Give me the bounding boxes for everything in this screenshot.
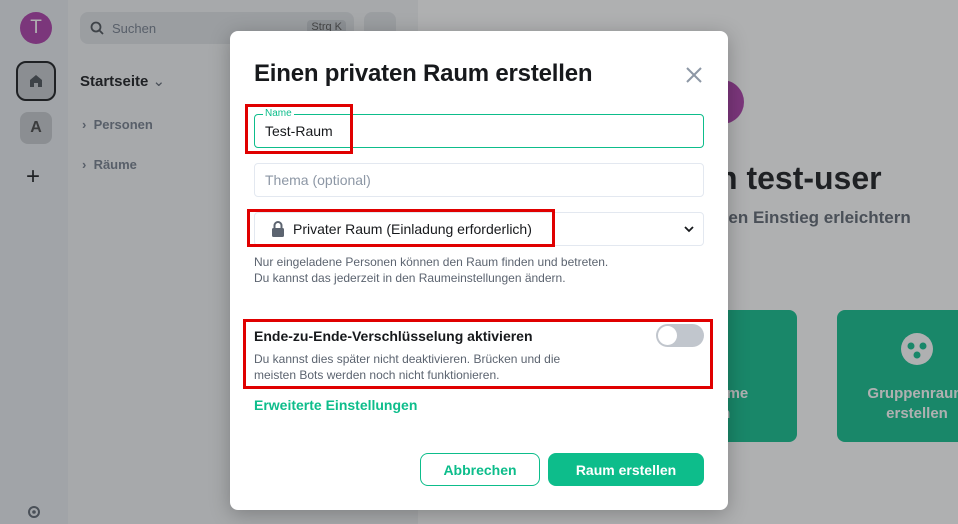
create-room-button[interactable]: Raum erstellen bbox=[548, 453, 704, 486]
dialog-title: Einen privaten Raum erstellen bbox=[254, 60, 593, 87]
highlight-join-rule bbox=[247, 209, 555, 247]
chevron-down-icon bbox=[683, 222, 695, 238]
highlight-name-field bbox=[245, 104, 353, 154]
topic-field[interactable]: Thema (optional) bbox=[254, 163, 704, 197]
join-rule-help: Nur eingeladene Personen können den Raum… bbox=[254, 255, 609, 285]
close-icon[interactable] bbox=[684, 65, 704, 85]
advanced-settings-link[interactable]: Erweiterte Einstellungen bbox=[254, 397, 417, 413]
highlight-e2e-section bbox=[243, 319, 713, 389]
topic-placeholder: Thema (optional) bbox=[265, 172, 371, 188]
create-room-dialog: Einen privaten Raum erstellen Name Test-… bbox=[230, 31, 728, 510]
cancel-button[interactable]: Abbrechen bbox=[420, 453, 540, 486]
